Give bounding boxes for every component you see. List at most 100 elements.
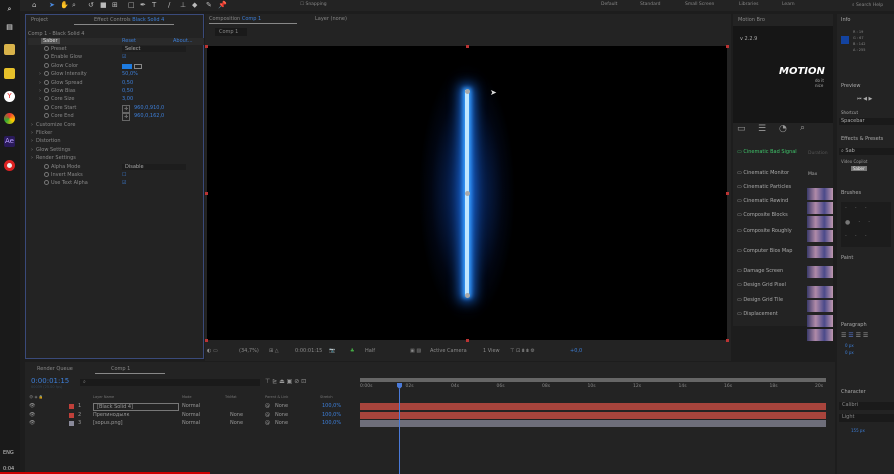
- pickwhip-icon[interactable]: @: [265, 412, 270, 418]
- property-value[interactable]: 960,0,910,0: [134, 105, 164, 111]
- layer-row[interactable]: 👁 3 [sopus.png] Normal None @ None 100,0…: [25, 420, 355, 428]
- stopwatch-icon[interactable]: [44, 79, 49, 85]
- mode-dropdown[interactable]: Normal: [182, 403, 200, 409]
- workspace-standard[interactable]: Standard: [640, 2, 660, 7]
- stopwatch-icon[interactable]: [44, 46, 49, 51]
- stopwatch-icon[interactable]: [44, 96, 49, 102]
- preset-item[interactable]: ▭ Cinematic Monitor: [737, 170, 803, 176]
- tab-effect-controls[interactable]: Effect Controls Black Solid 4: [94, 17, 164, 23]
- preset-item[interactable]: ▭ Composite Roughly: [737, 228, 803, 234]
- property-dropdown[interactable]: Disable: [122, 163, 186, 170]
- bounding-handle[interactable]: [466, 45, 469, 48]
- shortcut-dropdown[interactable]: Spacebar: [839, 118, 894, 125]
- expand-chevron-icon[interactable]: ›: [31, 122, 33, 128]
- preset-thumbnail[interactable]: [807, 266, 833, 278]
- label-color[interactable]: [69, 421, 74, 426]
- bounding-handle[interactable]: [726, 339, 729, 342]
- roi-icon[interactable]: ▣ ▨: [410, 348, 421, 354]
- visibility-eye-icon[interactable]: 👁: [29, 420, 35, 426]
- effect-property-row[interactable]: › Glow Spread 0,50: [26, 79, 202, 88]
- bounding-handle[interactable]: [726, 45, 729, 48]
- layer-name[interactable]: [Black Solid 4]: [93, 403, 179, 411]
- expand-chevron-icon[interactable]: ›: [31, 130, 33, 136]
- layer-duration-bar[interactable]: [360, 403, 826, 410]
- workspace-small-screen[interactable]: Small Screen: [685, 2, 714, 7]
- parent-dropdown[interactable]: None: [275, 403, 288, 409]
- bounding-handle[interactable]: [205, 45, 208, 48]
- camera-tool-icon[interactable]: ■: [100, 1, 107, 9]
- file-explorer-icon[interactable]: [4, 44, 15, 55]
- preset-thumbnail[interactable]: [807, 202, 833, 214]
- comp-breadcrumb[interactable]: Comp 1: [215, 28, 247, 36]
- task-view-icon[interactable]: ▤: [4, 22, 15, 33]
- label-color[interactable]: [69, 412, 74, 418]
- playback-controls[interactable]: ⏮ ◀ ▶: [857, 96, 872, 102]
- rectangle-tool-icon[interactable]: □: [128, 1, 135, 9]
- parent-dropdown[interactable]: None: [275, 420, 288, 426]
- crosshair-icon[interactable]: ✛: [122, 104, 131, 113]
- property-dropdown[interactable]: Select: [122, 46, 186, 52]
- effect-property-row[interactable]: Preset Select: [26, 46, 202, 54]
- expand-chevron-icon[interactable]: ›: [31, 138, 33, 144]
- current-timecode[interactable]: 0:00:01:15: [31, 377, 69, 385]
- effect-property-row[interactable]: › Flicker: [26, 130, 202, 138]
- clone-stamp-icon[interactable]: ⊥: [180, 1, 186, 9]
- paragraph-align-icons[interactable]: ☰ ☰ ☰ ☰: [841, 332, 868, 339]
- preset-item[interactable]: ▭ Composite Blocks: [737, 212, 803, 218]
- font-size[interactable]: 155 px: [851, 428, 865, 433]
- selection-tool-icon[interactable]: ➤: [49, 1, 55, 9]
- pickwhip-icon[interactable]: @: [265, 420, 270, 426]
- expand-chevron-icon[interactable]: ›: [31, 155, 33, 161]
- layer-duration-bar[interactable]: [360, 411, 826, 419]
- sliders-icon[interactable]: ☰: [758, 124, 766, 134]
- chrome-icon[interactable]: [4, 113, 15, 124]
- layer-name[interactable]: [sopus.png]: [93, 420, 123, 426]
- snapping-checkbox[interactable]: ☐ Snapping: [300, 2, 327, 7]
- magnification-dropdown[interactable]: (34,7%): [239, 348, 259, 354]
- preset-item[interactable]: ▭ Damage Screen: [737, 268, 803, 274]
- pickwhip-icon[interactable]: @: [265, 403, 270, 409]
- pen-tool-icon[interactable]: ✒: [140, 1, 146, 9]
- hand-tool-icon[interactable]: ✋: [60, 1, 69, 9]
- recorder-icon[interactable]: [4, 160, 15, 171]
- stopwatch-icon[interactable]: [44, 180, 49, 186]
- preset-thumbnail[interactable]: [807, 286, 833, 298]
- saber-effect-item[interactable]: Saber: [851, 166, 867, 171]
- anchor-point[interactable]: [465, 191, 470, 196]
- composition-viewer[interactable]: ➤: [207, 46, 727, 340]
- property-value[interactable]: 0,50: [122, 88, 133, 94]
- yandex-browser-icon[interactable]: Y: [4, 91, 15, 102]
- preset-thumbnail[interactable]: [807, 230, 833, 242]
- property-value[interactable]: ☑: [122, 180, 126, 186]
- expand-chevron-icon[interactable]: ›: [39, 71, 41, 77]
- space-before[interactable]: 0 px: [845, 350, 854, 355]
- mode-dropdown[interactable]: Normal: [182, 420, 200, 426]
- notes-icon[interactable]: [4, 68, 15, 79]
- layer-row[interactable]: 👁 2 Препинодылк Normal None @ None 100,0…: [25, 412, 355, 420]
- brush-tips[interactable]: ··· ●·· ···: [841, 202, 891, 247]
- resolution-dropdown[interactable]: Half: [365, 348, 375, 354]
- preset-item[interactable]: ▭ Cinematic Bad Signal: [737, 149, 803, 155]
- exposure-value[interactable]: +0,0: [570, 348, 582, 354]
- effect-property-row[interactable]: › Customize Core: [26, 122, 202, 130]
- label-color[interactable]: [69, 404, 74, 409]
- stretch-value[interactable]: 100,0%: [322, 403, 341, 409]
- stopwatch-icon[interactable]: [44, 88, 49, 93]
- trkmat-dropdown[interactable]: None: [230, 420, 243, 426]
- rotate-tool-icon[interactable]: ↺: [88, 1, 94, 9]
- glow-color-swatch[interactable]: [122, 63, 132, 69]
- workspace-default[interactable]: Default: [601, 2, 617, 7]
- effect-property-row[interactable]: › Glow Bias 0,50: [26, 88, 202, 96]
- search-icon[interactable]: ⌕: [800, 123, 805, 133]
- tab-composition[interactable]: Composition Comp 1: [209, 16, 261, 22]
- camera-dropdown[interactable]: Active Camera: [430, 348, 467, 354]
- property-value[interactable]: ☐: [122, 172, 126, 178]
- after-effects-icon[interactable]: Ae: [4, 136, 15, 147]
- crosshair-icon[interactable]: ✛: [122, 113, 131, 122]
- font-family-dropdown[interactable]: Calibri: [839, 402, 894, 410]
- effect-name[interactable]: Saber: [41, 38, 60, 44]
- layer-name[interactable]: Препинодылк: [93, 412, 129, 418]
- tab-project[interactable]: Project: [31, 17, 48, 23]
- font-style-dropdown[interactable]: Light: [839, 414, 894, 422]
- effect-property-row[interactable]: › Glow Intensity 50,0%: [26, 71, 202, 79]
